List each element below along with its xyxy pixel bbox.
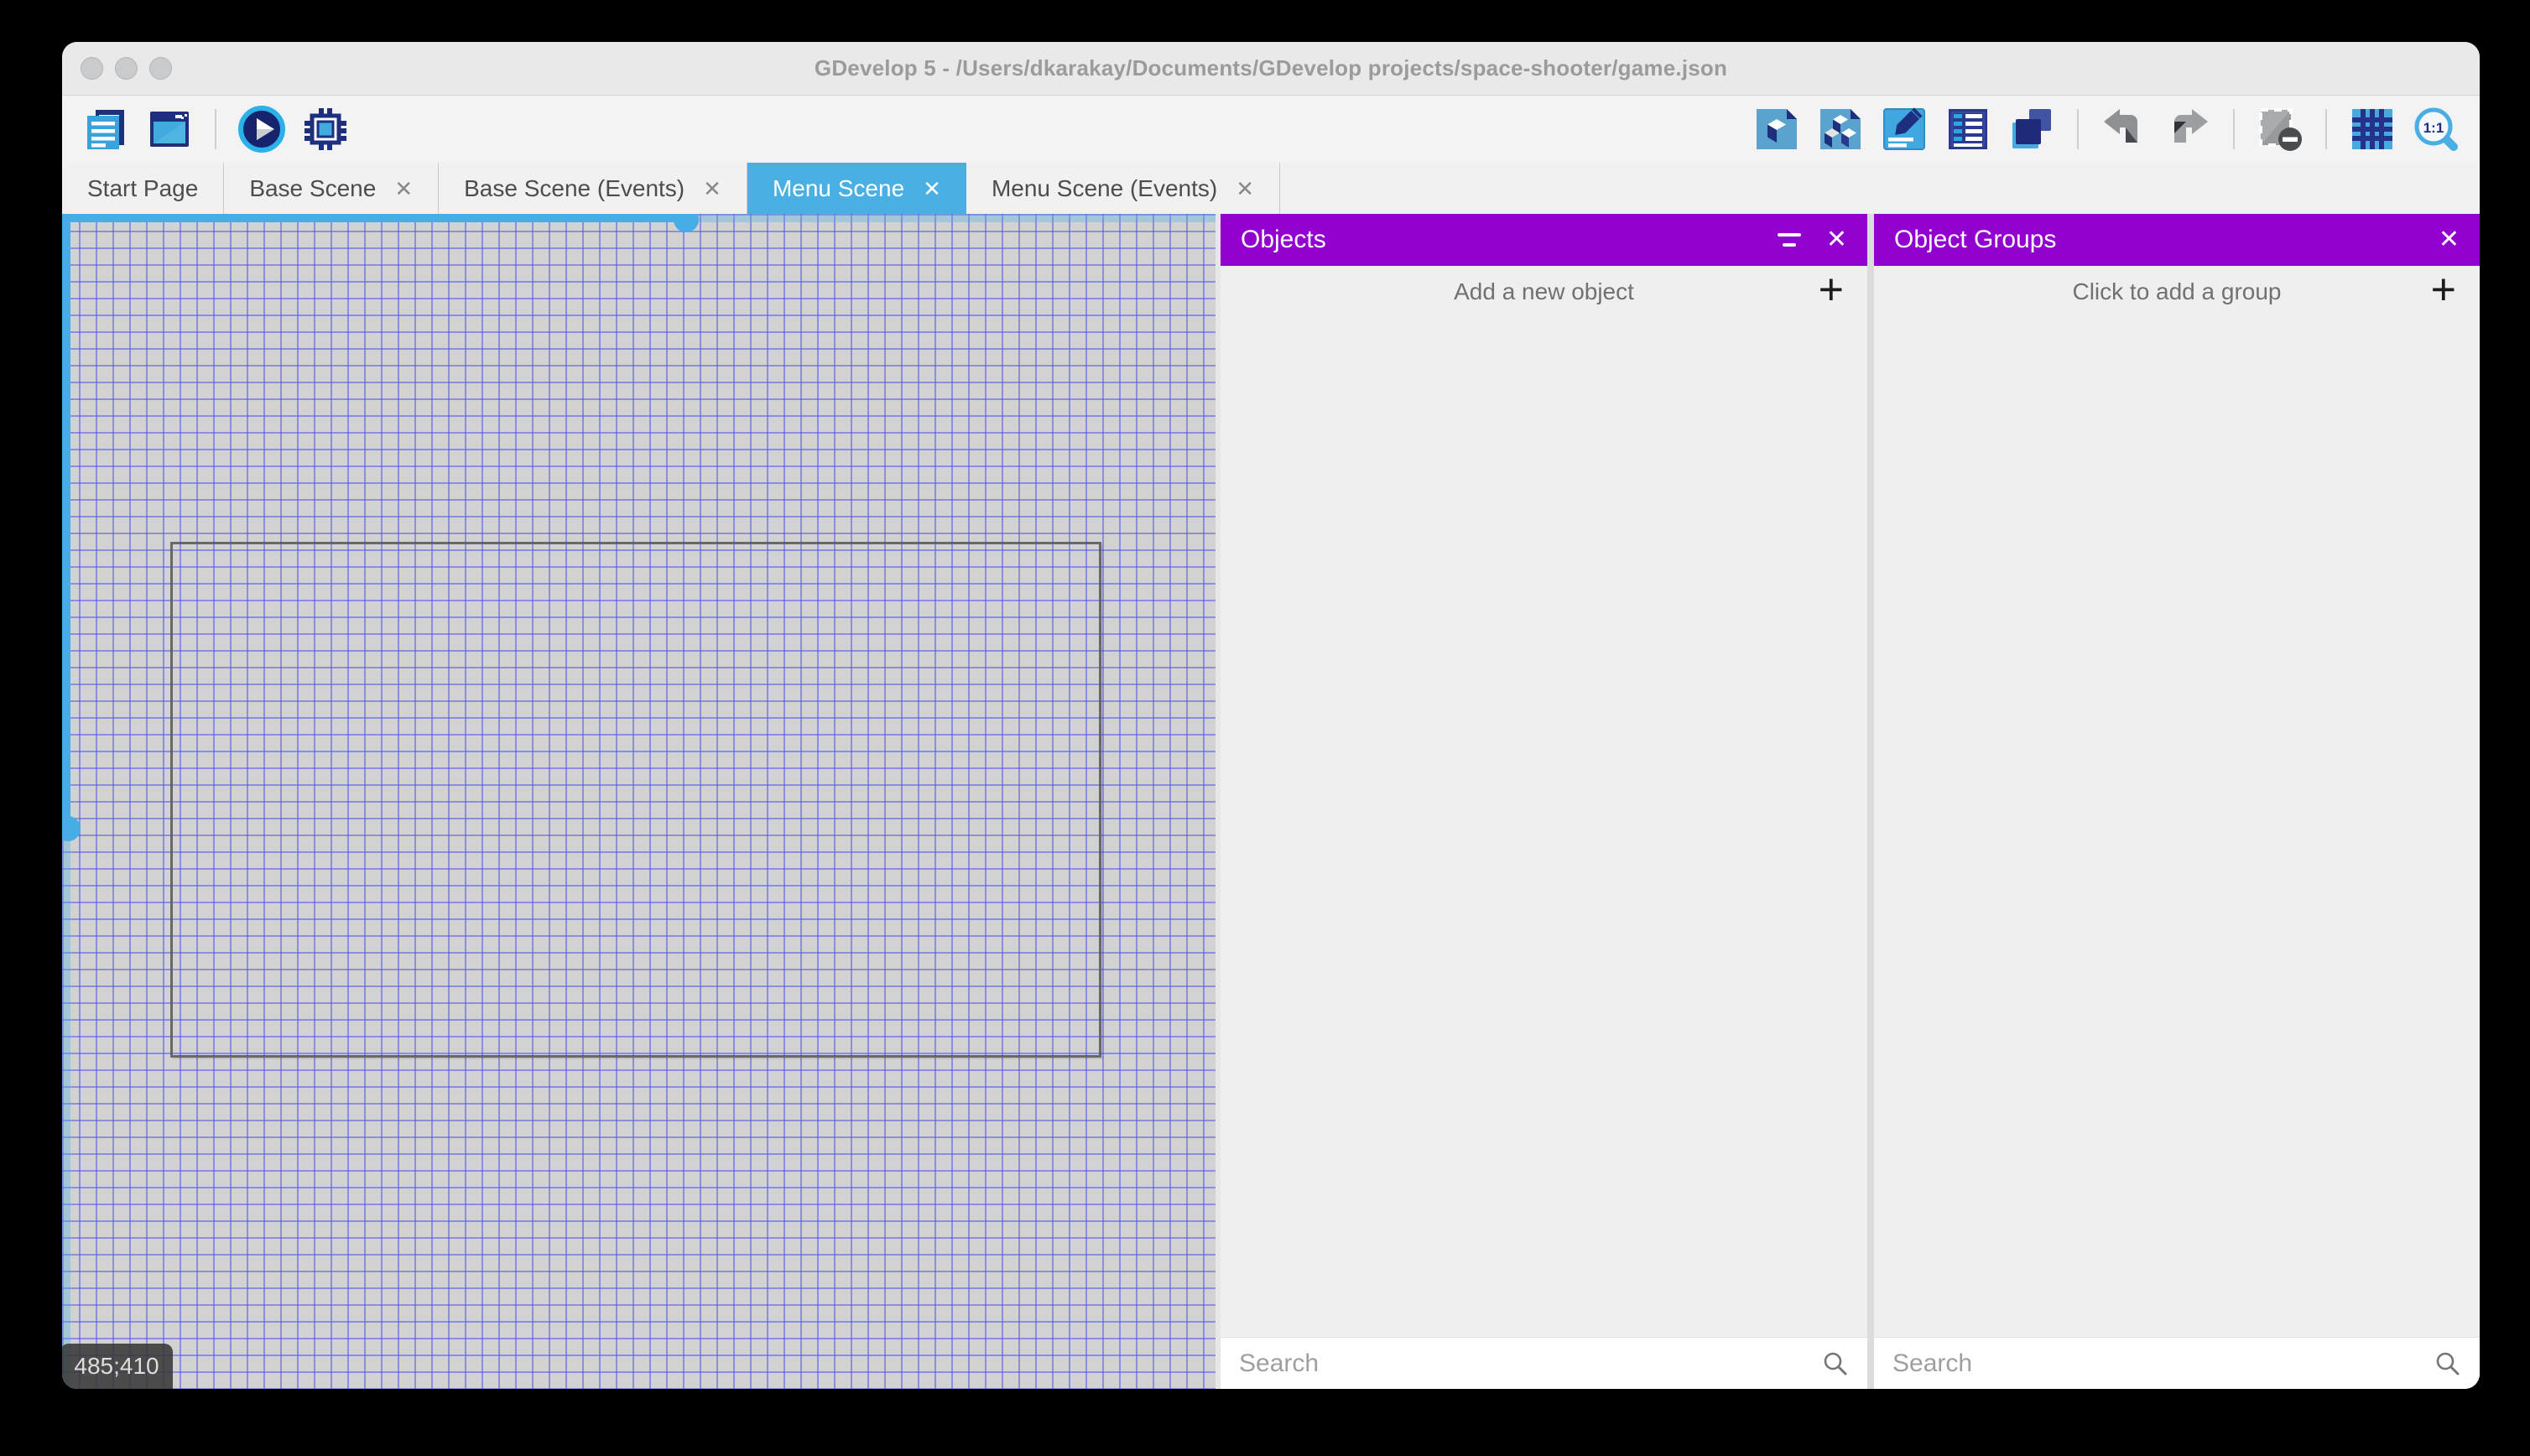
close-tab-icon[interactable]: ✕ (703, 178, 721, 200)
layers-icon[interactable] (2007, 104, 2057, 154)
close-icon[interactable]: ✕ (2439, 227, 2460, 252)
tab-base-scene-events[interactable]: Base Scene (Events) ✕ (439, 163, 747, 214)
toolbar-separator (2077, 109, 2079, 149)
horizontal-scrollbar-track[interactable] (686, 214, 1216, 222)
objects-list-empty (1221, 318, 1867, 1337)
scene-editor-canvas[interactable]: 485;410 (62, 214, 1216, 1389)
objects-panel-title: Objects (1241, 226, 1326, 253)
window-mask-icon[interactable] (2255, 104, 2305, 154)
close-tab-icon[interactable]: ✕ (1236, 178, 1254, 200)
zoom-1-1-icon[interactable]: 1:1 (2411, 104, 2461, 154)
game-window-border (170, 542, 1101, 1058)
plus-icon[interactable]: + (2431, 265, 2456, 315)
objects-search-input[interactable] (1239, 1349, 1812, 1378)
grid-icon[interactable] (2347, 104, 2397, 154)
svg-text:1:1: 1:1 (2423, 120, 2444, 136)
close-window-button[interactable] (81, 57, 103, 80)
tab-base-scene[interactable]: Base Scene ✕ (224, 163, 440, 214)
toolbar-separator (2233, 109, 2235, 149)
objects-editor-icon[interactable] (1752, 104, 1802, 154)
tab-start-page[interactable]: Start Page (62, 163, 225, 214)
gdevelop-window: GDevelop 5 - /Users/dkarakay/Documents/G… (62, 42, 2480, 1389)
search-icon (2436, 1352, 2460, 1375)
objects-panel: Objects ✕ Add a new object + (1221, 214, 1867, 1389)
maximize-window-button[interactable] (149, 57, 172, 80)
start-page-icon[interactable] (144, 104, 195, 154)
cursor-coordinates-badge: 485;410 (62, 1344, 173, 1389)
object-groups-panel: Object Groups ✕ Click to add a group + (1874, 214, 2480, 1389)
properties-icon[interactable] (1879, 104, 1929, 154)
filter-icon[interactable] (1777, 233, 1801, 247)
project-manager-icon[interactable] (81, 104, 131, 154)
object-groups-panel-title: Object Groups (1894, 226, 2057, 253)
object-groups-editor-icon[interactable] (1815, 104, 1866, 154)
main-toolbar: 1:1 (62, 96, 2480, 163)
traffic-lights (81, 42, 172, 95)
vertical-scrollbar-thumb[interactable] (62, 816, 81, 841)
preview-play-icon[interactable] (237, 104, 287, 154)
horizontal-scrollbar-fill[interactable] (62, 214, 686, 222)
toolbar-separator (2325, 109, 2327, 149)
search-icon (1824, 1352, 1847, 1375)
title-bar: GDevelop 5 - /Users/dkarakay/Documents/G… (62, 42, 2480, 96)
groups-search-input[interactable] (1892, 1349, 2424, 1378)
debug-icon[interactable] (300, 104, 351, 154)
add-object-row[interactable]: Add a new object + (1221, 266, 1867, 318)
groups-search-bar (1874, 1337, 2480, 1389)
tab-menu-scene[interactable]: Menu Scene ✕ (747, 163, 966, 214)
add-group-label: Click to add a group (2072, 278, 2282, 304)
window-title: GDevelop 5 - /Users/dkarakay/Documents/G… (814, 55, 1728, 81)
main-area: 485;410 Objects ✕ Add a new object + Sea… (62, 214, 2480, 1389)
tab-menu-scene-events[interactable]: Menu Scene (Events) ✕ (966, 163, 1280, 214)
plus-icon[interactable]: + (1819, 265, 1844, 315)
editor-tab-bar: Start Page Base Scene ✕ Base Scene (Even… (62, 163, 2480, 214)
groups-list-empty (1874, 318, 2480, 1337)
toolbar-separator (215, 109, 216, 149)
toolbar-right-group: 1:1 (1752, 104, 2461, 154)
close-tab-icon[interactable]: ✕ (394, 178, 413, 200)
panels-divider[interactable] (1867, 214, 1874, 1389)
toolbar-left-group (81, 104, 351, 154)
add-group-row[interactable]: Click to add a group + (1874, 266, 2480, 318)
instances-list-icon[interactable] (1943, 104, 1993, 154)
redo-icon[interactable] (2163, 104, 2213, 154)
close-tab-icon[interactable]: ✕ (923, 178, 941, 200)
objects-search-bar (1221, 1337, 1867, 1389)
vertical-scrollbar-track[interactable] (62, 829, 70, 1389)
minimize-window-button[interactable] (115, 57, 138, 80)
desktop-background: GDevelop 5 - /Users/dkarakay/Documents/G… (0, 0, 2530, 1456)
object-groups-panel-header: Object Groups ✕ (1874, 214, 2480, 266)
undo-icon[interactable] (2099, 104, 2149, 154)
add-object-label: Add a new object (1454, 278, 1634, 304)
cursor-coordinates-value: 485;410 (74, 1353, 159, 1379)
objects-panel-header: Objects ✕ (1221, 214, 1867, 266)
vertical-scrollbar-fill[interactable] (62, 214, 70, 829)
horizontal-scrollbar-thumb[interactable] (674, 214, 699, 232)
close-icon[interactable]: ✕ (1826, 227, 1847, 252)
